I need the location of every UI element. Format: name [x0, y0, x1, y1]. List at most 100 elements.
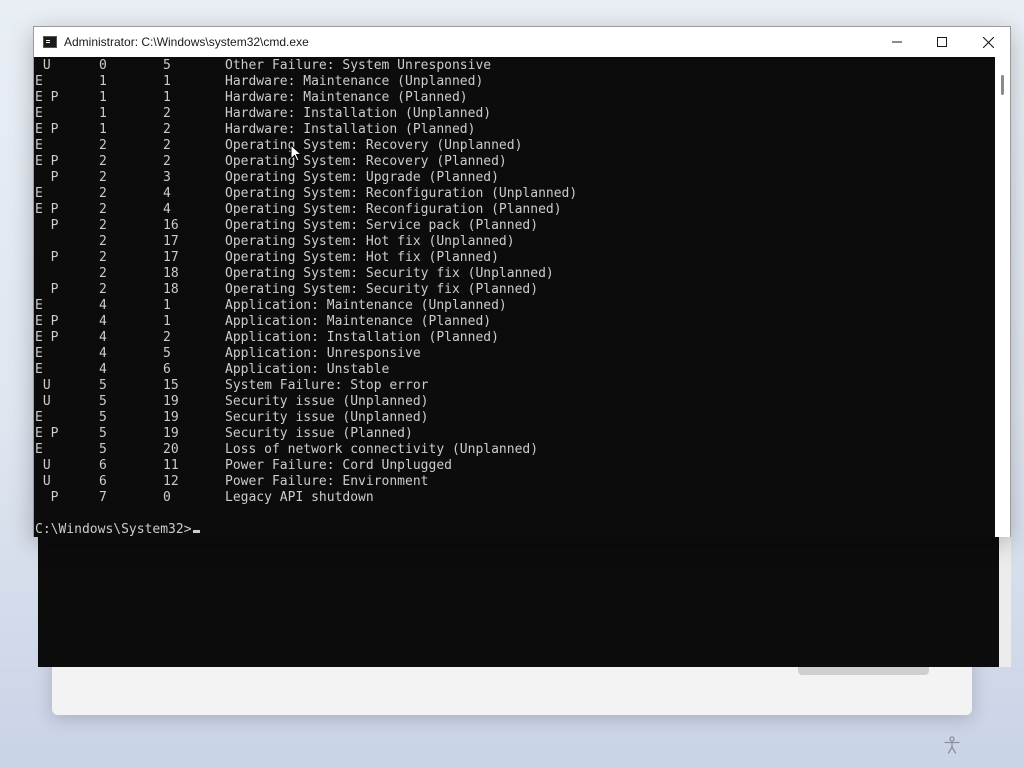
console-line: E 1 2 Hardware: Installation (Unplanned) — [35, 106, 577, 122]
console-major: 1 — [99, 122, 107, 137]
maximize-button[interactable] — [919, 27, 965, 57]
console-flags: E — [35, 74, 43, 89]
console-minor: 1 — [163, 90, 171, 105]
console-description: Operating System: Recovery (Planned) — [225, 154, 507, 169]
console-line: E 4 1 Application: Maintenance (Unplanned) — [35, 298, 577, 314]
console-line: E P 1 2 Hardware: Installation (Planned) — [35, 122, 577, 138]
console-minor: 3 — [163, 170, 171, 185]
console-major: 6 — [99, 458, 107, 473]
accessibility-icon[interactable] — [942, 735, 962, 755]
console-minor: 20 — [163, 442, 179, 457]
console-flags: U — [35, 378, 51, 393]
console-flags: E — [35, 362, 43, 377]
console-minor: 17 — [163, 250, 179, 265]
console-line: E 4 6 Application: Unstable — [35, 362, 577, 378]
console-line: E P 5 19 Security issue (Planned) — [35, 426, 577, 442]
console-line: 2 17 Operating System: Hot fix (Unplanned) — [35, 234, 577, 250]
console-major: 2 — [99, 154, 107, 169]
console-line: P 2 3 Operating System: Upgrade (Planned) — [35, 170, 577, 186]
console-major: 6 — [99, 474, 107, 489]
console-output[interactable]: U 0 5 Other Failure: System Unresponsive E 1 1… — [34, 57, 995, 537]
console-flags: E P — [35, 154, 59, 169]
console-minor: 6 — [163, 362, 171, 377]
console-minor: 1 — [163, 74, 171, 89]
console-flags: E P — [35, 330, 59, 345]
console-flags: P — [35, 282, 59, 297]
console-minor: 15 — [163, 378, 179, 393]
console-major: 2 — [99, 218, 107, 233]
console-minor: 2 — [163, 106, 171, 121]
console-flags: E P — [35, 202, 59, 217]
console-major: 5 — [99, 394, 107, 409]
console-flags: E — [35, 410, 43, 425]
console-description: Other Failure: System Unresponsive — [225, 58, 492, 73]
console-minor: 1 — [163, 314, 171, 329]
console-major: 1 — [99, 74, 107, 89]
title-bar[interactable]: Administrator: C:\Windows\system32\cmd.e… — [34, 27, 1010, 57]
command-prompt[interactable]: C:\Windows\System32> — [35, 522, 200, 537]
prompt-text: C:\Windows\System32> — [35, 522, 192, 537]
console-flags: P — [35, 490, 59, 505]
vertical-scrollbar[interactable] — [995, 57, 1010, 537]
console-major: 5 — [99, 426, 107, 441]
console-overflow-area — [38, 537, 999, 667]
console-flags: E P — [35, 426, 59, 441]
console-line: U 6 12 Power Failure: Environment — [35, 474, 577, 490]
console-line: E P 1 1 Hardware: Maintenance (Planned) — [35, 90, 577, 106]
console-flags: E P — [35, 314, 59, 329]
console-description: Security issue (Unplanned) — [225, 410, 429, 425]
console-line: E 2 2 Operating System: Recovery (Unplanned… — [35, 138, 577, 154]
console-minor: 2 — [163, 138, 171, 153]
console-line: E 1 1 Hardware: Maintenance (Unplanned) — [35, 74, 577, 90]
console-line: P 2 17 Operating System: Hot fix (Planned) — [35, 250, 577, 266]
console-minor: 16 — [163, 218, 179, 233]
console-flags: U — [35, 58, 51, 73]
console-major: 2 — [99, 138, 107, 153]
scrollbar-thumb[interactable] — [1001, 75, 1004, 95]
console-description: Hardware: Maintenance (Planned) — [225, 90, 468, 105]
console-major: 2 — [99, 170, 107, 185]
minimize-button[interactable] — [874, 27, 920, 57]
console-flags: E P — [35, 90, 59, 105]
console-flags: E — [35, 298, 43, 313]
console-major: 5 — [99, 442, 107, 457]
console-minor: 5 — [163, 58, 171, 73]
console-flags: E — [35, 106, 43, 121]
console-line: E 5 20 Loss of network connectivity (Unplan… — [35, 442, 577, 458]
console-description: Power Failure: Cord Unplugged — [225, 458, 452, 473]
console-description: Application: Unresponsive — [225, 346, 421, 361]
console-minor: 2 — [163, 154, 171, 169]
console-flags: U — [35, 394, 51, 409]
console-description: Application: Maintenance (Unplanned) — [225, 298, 507, 313]
console-description: Operating System: Security fix (Unplanne… — [225, 266, 554, 281]
console-minor: 4 — [163, 186, 171, 201]
console-minor: 18 — [163, 282, 179, 297]
console-major: 7 — [99, 490, 107, 505]
console-minor: 18 — [163, 266, 179, 281]
console-minor: 19 — [163, 410, 179, 425]
console-minor: 12 — [163, 474, 179, 489]
console-lines: U 0 5 Other Failure: System Unresponsive E 1 1… — [35, 58, 577, 506]
console-minor: 0 — [163, 490, 171, 505]
console-description: Application: Maintenance (Planned) — [225, 314, 492, 329]
console-description: Operating System: Hot fix (Unplanned) — [225, 234, 515, 249]
console-line: P 2 16 Operating System: Service pack (Plan… — [35, 218, 577, 234]
console-flags: E P — [35, 122, 59, 137]
console-description: Security issue (Unplanned) — [225, 394, 429, 409]
console-line: P 2 18 Operating System: Security fix (Plan… — [35, 282, 577, 298]
console-line: U 5 15 System Failure: Stop error — [35, 378, 577, 394]
console-major: 0 — [99, 58, 107, 73]
console-major: 1 — [99, 90, 107, 105]
console-description: Operating System: Service pack (Planned) — [225, 218, 539, 233]
cmd-window: Administrator: C:\Windows\system32\cmd.e… — [33, 26, 1011, 537]
console-flags: P — [35, 170, 59, 185]
console-line: E P 4 1 Application: Maintenance (Planned) — [35, 314, 577, 330]
close-button[interactable] — [965, 27, 1011, 57]
console-line: E P 4 2 Application: Installation (Planned) — [35, 330, 577, 346]
console-line: E 4 5 Application: Unresponsive — [35, 346, 577, 362]
console-flags: P — [35, 250, 59, 265]
console-minor: 19 — [163, 426, 179, 441]
console-flags: U — [35, 474, 51, 489]
console-description: Hardware: Maintenance (Unplanned) — [225, 74, 484, 89]
background-scroll-strip — [999, 537, 1011, 667]
